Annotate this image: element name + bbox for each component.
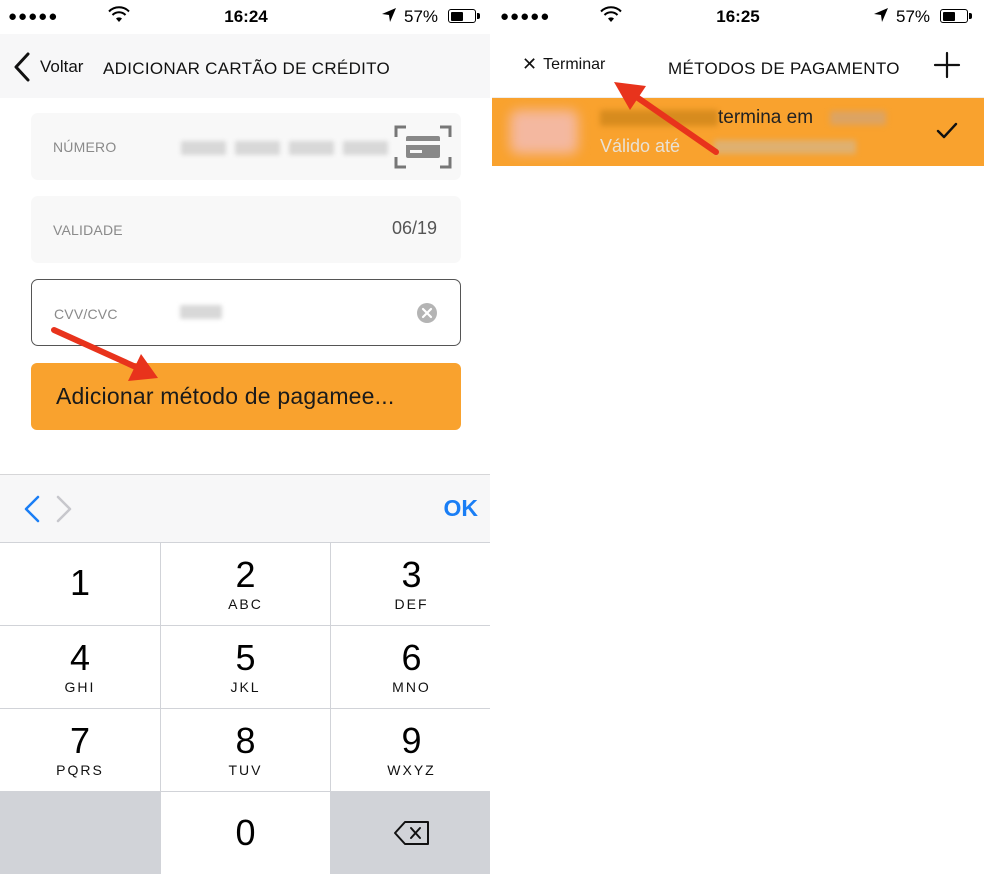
done-button[interactable]: ✕ Terminar [522,54,605,75]
key-delete[interactable] [331,792,492,874]
key-letters: ABC [228,596,263,612]
back-button[interactable]: Voltar [10,50,83,84]
checkmark-icon [936,122,958,139]
status-bar: ●●●●● 16:25 57% [492,0,984,34]
done-label: Terminar [543,55,606,73]
status-bar: ●●●●● 16:24 57% [0,0,492,34]
card-validity-value: 06/19 [391,218,437,238]
card-scan-icon[interactable] [394,125,452,169]
key-digit: 7 [69,720,91,761]
key-6[interactable]: 6 MNO [331,626,492,708]
key-letters: DEF [394,596,429,612]
payment-methods-screen: ●●●●● 16:25 57% ✕ Terminar MÉTODOS DE PA… [492,0,984,874]
payment-method-item[interactable]: termina em Válido até [492,98,984,166]
key-digit: 6 [401,637,422,678]
card-number-redacted [181,141,226,155]
previous-field-icon[interactable] [20,493,44,525]
cvv-field[interactable]: CVV/CVC [31,279,461,346]
key-digit: 5 [235,637,256,678]
key-digit: 4 [69,637,91,678]
backspace-icon [393,821,429,845]
battery-icon [940,9,972,23]
key-digit: 8 [235,720,256,761]
key-digit: 9 [401,720,422,761]
cvv-label: CVV/CVC [54,306,118,322]
cvv-redacted [180,305,222,319]
card-ending-label: termina em [718,107,814,128]
key-9[interactable]: 9 WXYZ [331,709,492,791]
key-digit: 1 [69,562,91,603]
key-letters: WXYZ [387,762,436,778]
key-letters: GHI [64,679,96,695]
battery-percent: 57% [404,7,439,26]
card-form: NÚMERO VALIDADE 06/19 CVV/CVC Adicionar … [0,98,492,474]
navigation-bar: ✕ Terminar MÉTODOS DE PAGAMENTO [492,34,984,98]
battery-percent: 57% [896,7,931,26]
key-letters: MNO [392,679,431,695]
location-arrow-icon [874,8,888,22]
key-empty [0,792,160,874]
card-validity-label: VALIDADE [53,222,123,238]
card-validity-field[interactable]: VALIDADE 06/19 [31,196,461,263]
battery-icon [448,9,480,23]
key-4[interactable]: 4 GHI [0,626,160,708]
card-brand-redacted [600,110,718,126]
card-valid-label: Válido até [600,136,681,156]
key-letters: TUV [228,762,263,778]
key-digit: 0 [235,812,256,853]
key-3[interactable]: 3 DEF [331,543,492,625]
navigation-bar: Voltar ADICIONAR CARTÃO DE CRÉDITO [0,34,492,98]
numeric-keypad: 1 2 ABC 3 DEF 4 GHI 5 JKL 6 MNO 7 PQRS 8 [0,542,492,874]
next-field-icon[interactable] [52,493,76,525]
ok-button[interactable]: OK [444,495,479,522]
key-digit: 2 [235,554,256,595]
card-valid-redacted [714,140,856,154]
add-card-screen: ●●●●● 16:24 57% Voltar ADICIONAR CARTÃO … [0,0,492,874]
card-number-label: NÚMERO [53,139,117,155]
key-letters: JKL [230,679,261,695]
card-number-field[interactable]: NÚMERO [31,113,461,180]
key-1[interactable]: 1 [0,543,160,625]
key-letters: PQRS [56,762,104,778]
card-number-redacted [289,141,334,155]
key-7[interactable]: 7 PQRS [0,709,160,791]
card-brand-logo [510,110,578,154]
close-icon: ✕ [522,54,538,74]
key-digit: 3 [401,554,422,595]
card-ending-redacted [830,111,886,125]
key-2[interactable]: 2 ABC [161,543,330,625]
key-8[interactable]: 8 TUV [161,709,330,791]
page-title: ADICIONAR CARTÃO DE CRÉDITO [103,59,391,78]
clear-input-icon[interactable] [416,302,438,324]
add-payment-method-button[interactable]: Adicionar método de pagamee... [31,363,461,430]
add-icon[interactable] [932,50,962,80]
key-0[interactable]: 0 [161,792,330,874]
key-5[interactable]: 5 JKL [161,626,330,708]
page-title: MÉTODOS DE PAGAMENTO [668,59,900,78]
back-label: Voltar [40,57,84,76]
keyboard-accessory-bar: OK [0,474,492,542]
card-number-redacted [235,141,280,155]
chevron-left-icon [14,52,30,82]
location-arrow-icon [382,8,396,22]
card-number-redacted [343,141,388,155]
